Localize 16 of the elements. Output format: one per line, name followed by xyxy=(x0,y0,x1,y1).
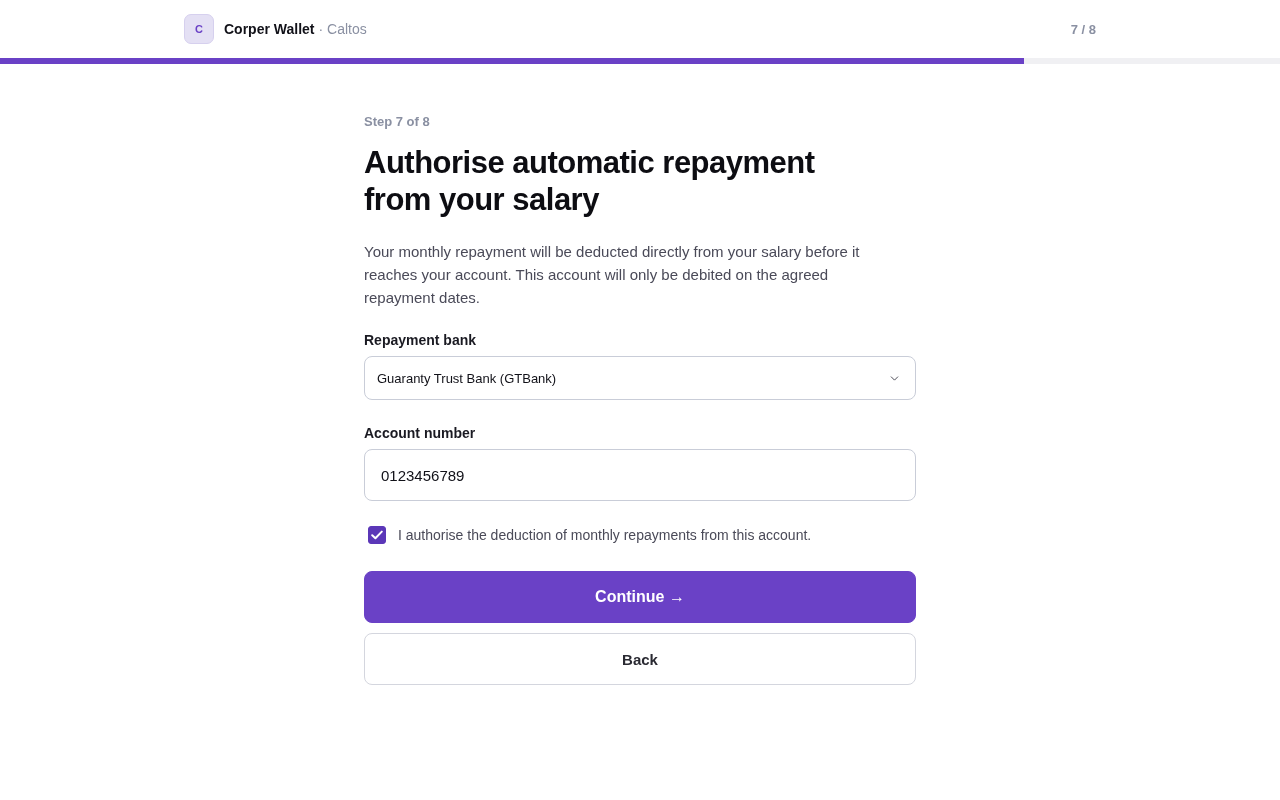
app-name: Corper Wallet xyxy=(224,21,315,37)
organisation-name: · Caltos xyxy=(318,21,367,37)
logo-tile: C xyxy=(184,14,214,44)
continue-button[interactable]: Continue → xyxy=(364,571,916,623)
account-number-input[interactable]: 0123456789 xyxy=(364,449,916,501)
description-text: Your monthly repayment will be deducted directly from your salary before it reaches your account. This account will only be debited on the agreed repayment dates. xyxy=(364,242,861,308)
back-button[interactable]: Back xyxy=(364,633,916,685)
bank-select[interactable]: Guaranty Trust Bank (GTBank) xyxy=(364,356,916,400)
step-label: Step 7 of 8 xyxy=(364,114,431,130)
consent-checkbox[interactable] xyxy=(368,526,386,544)
step-counter: 7 / 8 xyxy=(1070,21,1096,37)
checkmark-icon xyxy=(371,530,383,540)
consent-label: I authorise the deduction of monthly repayments from this account. xyxy=(398,527,812,543)
field-label: Repayment bank xyxy=(364,331,478,349)
page-heading: Authorise automatic repayment from your salary xyxy=(364,144,816,218)
field-label: Account number xyxy=(364,424,477,442)
